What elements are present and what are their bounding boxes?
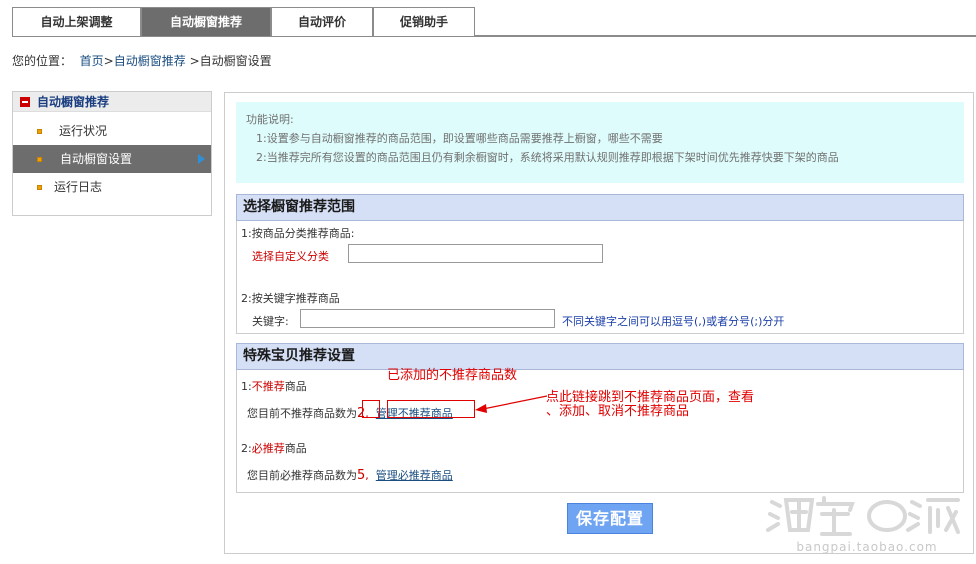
bullet-icon [37, 129, 42, 134]
tab-auto-review[interactable]: 自动评价 [271, 7, 373, 36]
bullet-icon [37, 185, 42, 190]
sidebar-item-label: 运行状况 [59, 124, 108, 138]
save-config-button[interactable]: 保存配置 [567, 503, 653, 534]
sidebar-item-window-settings[interactable]: 自动橱窗设置 [13, 145, 211, 173]
breadcrumb-current: 自动橱窗设置 [199, 54, 272, 68]
not-recommend-keyword: 不推荐 [251, 380, 285, 393]
sidebar: 自动橱窗推荐 运行状况 自动橱窗设置 运行日志 [12, 91, 212, 216]
annotation-link-note-line2: 、添加、取消不推荐商品 [546, 404, 690, 419]
tab-promotion-helper[interactable]: 促销助手 [373, 7, 475, 36]
sidebar-header-label: 自动橱窗推荐 [37, 95, 110, 109]
sidebar-item-label: 自动橱窗设置 [60, 152, 133, 166]
function-description: 功能说明: 1:设置参与自动橱窗推荐的商品范围，即设置哪些商品需要推荐上橱窗，哪… [236, 102, 964, 183]
must-recommend-keyword: 必推荐 [251, 442, 285, 455]
breadcrumb-prefix: 您的位置： [12, 54, 73, 68]
breadcrumb-home-link[interactable]: 首页 [80, 54, 104, 68]
breadcrumb-separator: > [103, 54, 114, 68]
annotation-added-count: 已添加的不推荐商品数 [387, 368, 518, 383]
custom-category-label: 选择自定义分类 [252, 250, 329, 263]
breadcrumb: 您的位置： 首页>自动橱窗推荐 >自动橱窗设置 [12, 52, 272, 70]
must-recommend-suffix: 商品 [284, 442, 307, 455]
sidebar-item-run-log[interactable]: 运行日志 [13, 173, 211, 201]
must-recommend-count-text: 您目前必推荐商品数为 [247, 469, 357, 482]
sidebar-item-label: 运行日志 [54, 180, 103, 194]
info-line-1: 1:设置参与自动橱窗推荐的商品范围，即设置哪些商品需要推荐上橱窗，哪些不需要 [256, 132, 663, 145]
link-highlight-box [387, 400, 475, 418]
must-recommend-heading: 2:必推荐商品 [241, 440, 307, 456]
info-line-2: 2:当推荐完所有您设置的商品范围且仍有剩余橱窗时，系统将采用默认规则推荐即根据下… [256, 151, 839, 164]
breadcrumb-section-link[interactable]: 自动橱窗推荐 [114, 54, 186, 68]
must-recommend-prefix: 2: [241, 442, 252, 455]
must-recommend-count-row: 您目前必推荐商品数为5, 管理必推荐商品 [247, 467, 453, 483]
main-panel: 功能说明: 1:设置参与自动橱窗推荐的商品范围，即设置哪些商品需要推荐上橱窗，哪… [224, 92, 974, 554]
keyword-label: 关键字: [252, 315, 289, 328]
not-recommend-heading: 1:不推荐商品 [241, 378, 307, 394]
tab-auto-window-recommend[interactable]: 自动橱窗推荐 [141, 7, 271, 36]
by-keyword-label: 2:按关键字推荐商品 [241, 292, 340, 305]
annotation-arrow-icon [475, 395, 548, 413]
collapse-icon[interactable] [20, 97, 30, 107]
not-recommend-prefix: 1: [241, 380, 252, 393]
by-category-label: 1:按商品分类推荐商品: [241, 227, 355, 240]
special-section-title: 特殊宝贝推荐设置 [236, 343, 964, 370]
must-recommend-comma: , [365, 469, 369, 482]
keyword-hint: 不同关键字之间可以用逗号(,)或者分号(;)分开 [562, 315, 785, 328]
scope-section-body: 1:按商品分类推荐商品: 选择自定义分类 2:按关键字推荐商品 关键字: 不同关… [236, 221, 964, 334]
bullet-icon [37, 157, 42, 162]
count-highlight-box [362, 400, 380, 418]
special-section-body: 1:不推荐商品 您目前不推荐商品数为2, 管理不推荐商品 2:必推荐商品 您目前… [236, 368, 964, 493]
not-recommend-suffix: 商品 [284, 380, 307, 393]
not-recommend-count-text: 您目前不推荐商品数为 [247, 407, 357, 420]
sidebar-item-run-status[interactable]: 运行状况 [13, 117, 211, 145]
scope-section-title: 选择橱窗推荐范围 [236, 194, 964, 221]
arrow-right-icon [198, 154, 205, 164]
manage-must-recommend-link[interactable]: 管理必推荐商品 [376, 469, 453, 482]
sidebar-header[interactable]: 自动橱窗推荐 [13, 92, 211, 112]
top-tab-bar: 自动上架调整 自动橱窗推荐 自动评价 促销助手 [12, 7, 976, 37]
info-title: 功能说明: [246, 113, 294, 126]
breadcrumb-separator: > [189, 54, 200, 68]
keyword-input[interactable] [300, 309, 555, 328]
category-input[interactable] [348, 244, 603, 263]
tab-auto-listing[interactable]: 自动上架调整 [12, 7, 141, 36]
